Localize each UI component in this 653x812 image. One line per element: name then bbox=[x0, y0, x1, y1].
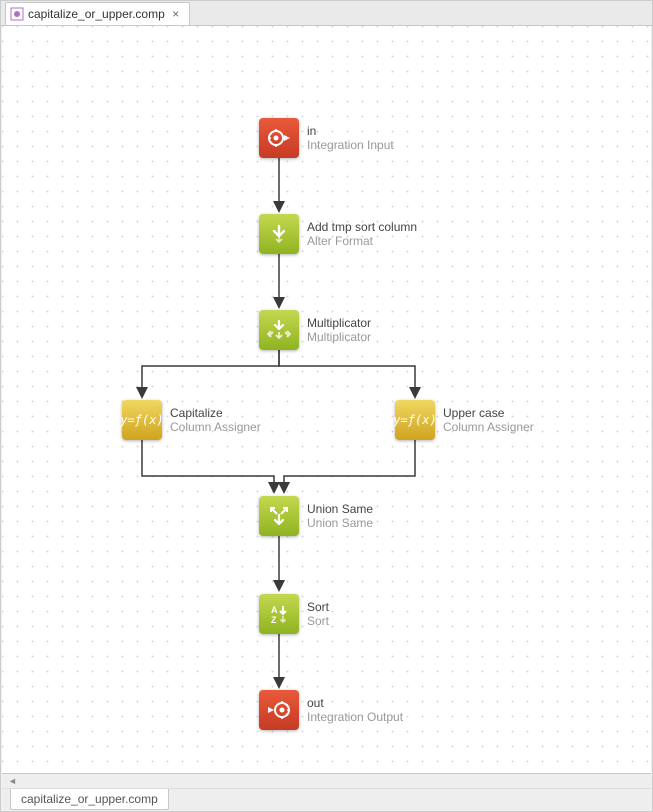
svg-text:A: A bbox=[271, 605, 278, 615]
sort-icon: AZ bbox=[259, 594, 299, 634]
flow-canvas[interactable]: in Integration Input Add tmp sort column… bbox=[2, 26, 651, 773]
node-title: Upper case bbox=[443, 406, 534, 420]
node-subtitle: Union Same bbox=[307, 516, 373, 530]
node-subtitle: Sort bbox=[307, 614, 329, 628]
node-labels: Add tmp sort column Alter Format bbox=[307, 220, 417, 248]
node-capitalize[interactable]: y=ƒ(x) Capitalize Column Assigner bbox=[122, 400, 261, 440]
node-labels: Multiplicator Multiplicator bbox=[307, 316, 371, 344]
alter-format-icon bbox=[259, 214, 299, 254]
node-subtitle: Integration Input bbox=[307, 138, 394, 152]
node-in[interactable]: in Integration Input bbox=[259, 118, 394, 158]
multiplicator-icon bbox=[259, 310, 299, 350]
column-assigner-icon: y=ƒ(x) bbox=[122, 400, 162, 440]
node-title: in bbox=[307, 124, 394, 138]
node-subtitle: Integration Output bbox=[307, 710, 403, 724]
formula-glyph: y=ƒ(x) bbox=[393, 413, 436, 427]
column-assigner-icon: y=ƒ(x) bbox=[395, 400, 435, 440]
node-title: Sort bbox=[307, 600, 329, 614]
node-labels: in Integration Input bbox=[307, 124, 394, 152]
svg-text:Z: Z bbox=[271, 615, 277, 625]
scroll-left-icon[interactable]: ◄ bbox=[8, 776, 17, 786]
node-subtitle: Alter Format bbox=[307, 234, 417, 248]
union-same-icon bbox=[259, 496, 299, 536]
node-labels: out Integration Output bbox=[307, 696, 403, 724]
file-tab-title: capitalize_or_upper.comp bbox=[28, 7, 165, 21]
node-subtitle: Multiplicator bbox=[307, 330, 371, 344]
editor-window: capitalize_or_upper.comp × bbox=[0, 0, 653, 812]
node-subtitle: Column Assigner bbox=[443, 420, 534, 434]
top-tabbar: capitalize_or_upper.comp × bbox=[1, 1, 652, 26]
node-sort[interactable]: AZ Sort Sort bbox=[259, 594, 329, 634]
node-multiplicator[interactable]: Multiplicator Multiplicator bbox=[259, 310, 371, 350]
node-labels: Union Same Union Same bbox=[307, 502, 373, 530]
integration-input-icon bbox=[259, 118, 299, 158]
node-title: Capitalize bbox=[170, 406, 261, 420]
node-title: Add tmp sort column bbox=[307, 220, 417, 234]
close-icon[interactable]: × bbox=[169, 7, 183, 21]
node-subtitle: Column Assigner bbox=[170, 420, 261, 434]
node-labels: Upper case Column Assigner bbox=[443, 406, 534, 434]
bottom-file-tab[interactable]: capitalize_or_upper.comp bbox=[10, 789, 169, 810]
node-union-same[interactable]: Union Same Union Same bbox=[259, 496, 373, 536]
formula-glyph: y=ƒ(x) bbox=[120, 413, 163, 427]
node-labels: Capitalize Column Assigner bbox=[170, 406, 261, 434]
node-title: out bbox=[307, 696, 403, 710]
node-labels: Sort Sort bbox=[307, 600, 329, 628]
scrollbar[interactable]: ◄ bbox=[2, 774, 651, 789]
node-upper-case[interactable]: y=ƒ(x) Upper case Column Assigner bbox=[395, 400, 534, 440]
node-add-tmp[interactable]: Add tmp sort column Alter Format bbox=[259, 214, 417, 254]
file-tab[interactable]: capitalize_or_upper.comp × bbox=[5, 2, 190, 25]
node-out[interactable]: out Integration Output bbox=[259, 690, 403, 730]
integration-output-icon bbox=[259, 690, 299, 730]
bottom-tabbar: ◄ capitalize_or_upper.comp bbox=[2, 773, 651, 810]
node-title: Union Same bbox=[307, 502, 373, 516]
component-icon bbox=[10, 7, 24, 21]
node-title: Multiplicator bbox=[307, 316, 371, 330]
